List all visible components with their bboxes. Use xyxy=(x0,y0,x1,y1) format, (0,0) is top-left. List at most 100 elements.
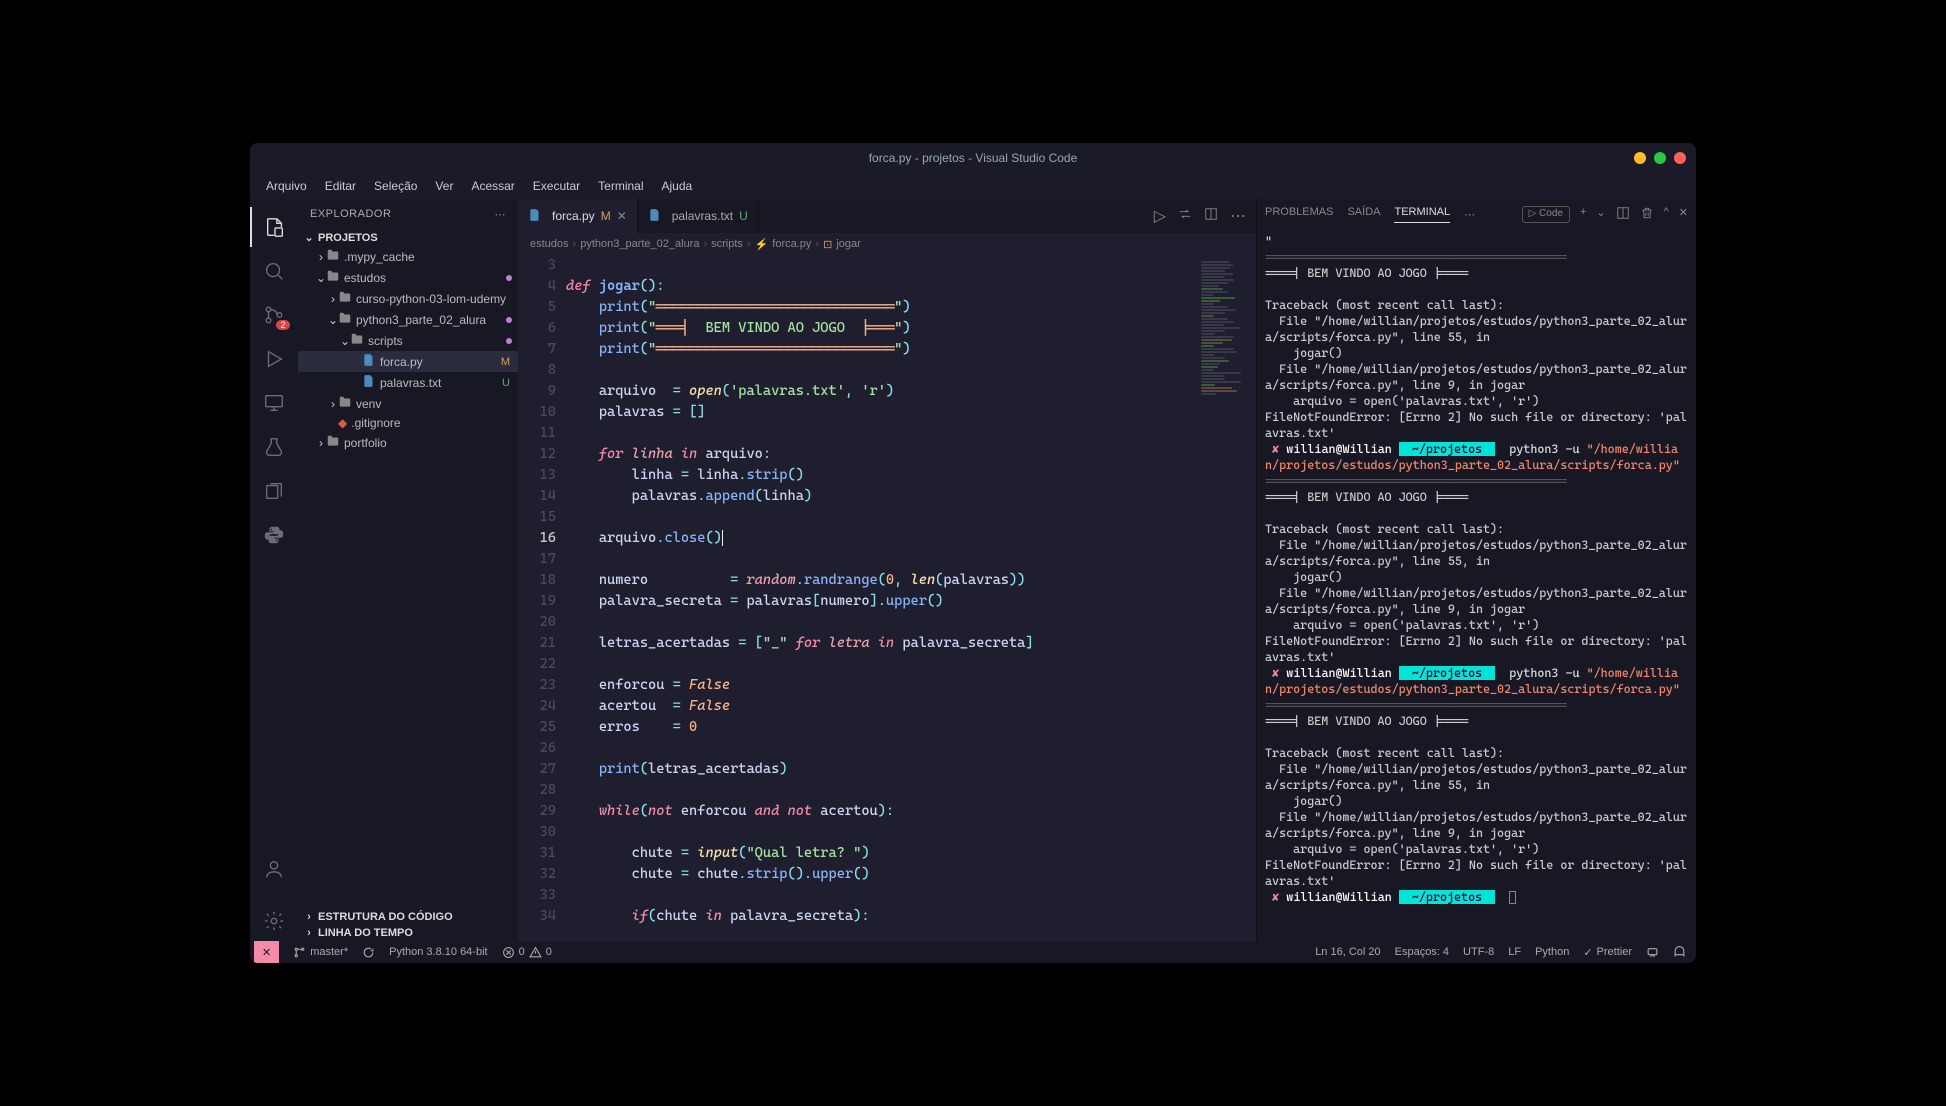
crumb[interactable]: python3_parte_02_alura xyxy=(580,238,699,250)
eol-status[interactable]: LF xyxy=(1508,946,1521,958)
crumb[interactable]: scripts xyxy=(711,238,743,250)
tree-item[interactable]: ›venv xyxy=(298,393,518,414)
sidebar-more-icon[interactable]: ⋯ xyxy=(495,208,507,221)
modified-dot xyxy=(506,317,512,323)
feedback-icon[interactable] xyxy=(1646,946,1659,959)
close-tab-icon[interactable]: ✕ xyxy=(617,209,627,223)
tab-output[interactable]: SAÍDA xyxy=(1347,206,1380,222)
titlebar: forca.py - projetos - Visual Studio Code xyxy=(250,143,1696,173)
run-debug-icon[interactable] xyxy=(250,339,298,379)
crumb[interactable]: forca.py xyxy=(772,238,811,250)
tree-label: .mypy_cache xyxy=(344,250,518,264)
minimap[interactable] xyxy=(1196,255,1256,941)
problems-status[interactable]: 0 0 xyxy=(502,946,552,959)
tree-label: estudos xyxy=(344,271,506,285)
close-panel-icon[interactable]: ✕ xyxy=(1679,206,1688,223)
run-icon[interactable]: ▷ xyxy=(1154,206,1166,226)
sidebar-header: EXPLORADOR ⋯ xyxy=(298,199,518,229)
split-terminal-icon[interactable] xyxy=(1616,206,1630,223)
editor-column: forca.pyM✕palavras.txtU ▷ ⋯ estudos› pyt… xyxy=(518,199,1256,941)
explorer-icon[interactable] xyxy=(250,207,298,247)
tree-item[interactable]: ›curso-python-03-lom-udemy xyxy=(298,288,518,309)
menu-terminal[interactable]: Terminal xyxy=(590,177,651,195)
sync-icon[interactable] xyxy=(362,946,375,959)
python-env-icon[interactable] xyxy=(250,515,298,555)
encoding-status[interactable]: UTF-8 xyxy=(1463,946,1494,958)
tabs-bar: forca.pyM✕palavras.txtU ▷ ⋯ xyxy=(518,199,1256,233)
remote-explorer-icon[interactable] xyxy=(250,383,298,423)
prettier-status[interactable]: ✓ Prettier xyxy=(1583,946,1632,959)
code-area[interactable]: def jogar(): print("════════════════════… xyxy=(566,255,1196,941)
py-icon xyxy=(528,208,542,225)
tree-item[interactable]: ◆.gitignore xyxy=(298,414,518,432)
trash-icon[interactable] xyxy=(1640,206,1654,223)
project-section[interactable]: ⌄ PROJETOS xyxy=(298,229,518,246)
chevron-down-icon[interactable]: ⌄ xyxy=(1596,206,1605,223)
breadcrumbs[interactable]: estudos› python3_parte_02_alura› scripts… xyxy=(518,233,1256,255)
testing-icon[interactable] xyxy=(250,427,298,467)
language-status[interactable]: Python xyxy=(1535,946,1569,958)
editor-body[interactable]: 3456789101112131415161718192021222324252… xyxy=(518,255,1256,941)
tree-label: venv xyxy=(356,397,518,411)
settings-icon[interactable] xyxy=(250,901,298,941)
editor-actions: ▷ ⋯ xyxy=(1144,199,1256,233)
file-tree: ›.mypy_cache⌄estudos›curso-python-03-lom… xyxy=(298,246,518,453)
editor-tab[interactable]: palavras.txtU xyxy=(638,199,759,233)
menu-run[interactable]: Executar xyxy=(525,177,588,195)
tree-item[interactable]: ⌄estudos xyxy=(298,267,518,288)
python-version[interactable]: Python 3.8.10 64-bit xyxy=(389,946,487,958)
tree-item[interactable]: ›.mypy_cache xyxy=(298,246,518,267)
tab-terminal[interactable]: TERMINAL xyxy=(1394,206,1450,223)
source-control-badge: 2 xyxy=(276,320,290,330)
editor-tab[interactable]: forca.pyM✕ xyxy=(518,199,638,233)
menu-selection[interactable]: Seleção xyxy=(366,177,425,195)
menu-help[interactable]: Ajuda xyxy=(654,177,701,195)
minimize-button[interactable] xyxy=(1634,152,1646,164)
tree-label: portfolio xyxy=(344,436,518,450)
notifications-icon[interactable] xyxy=(1673,946,1686,959)
activitybar: 2 xyxy=(250,199,298,941)
tree-item[interactable]: ⌄python3_parte_02_alura xyxy=(298,309,518,330)
maximize-button[interactable] xyxy=(1654,152,1666,164)
references-icon[interactable] xyxy=(250,471,298,511)
terminal-body[interactable]: " ======================================… xyxy=(1257,229,1696,941)
folder-icon xyxy=(326,269,340,286)
more-icon[interactable]: ⋯ xyxy=(1464,208,1475,221)
outline-section[interactable]: › ESTRUTURA DO CÓDIGO xyxy=(298,909,518,925)
timeline-section[interactable]: › LINHA DO TEMPO xyxy=(298,925,518,941)
chevron-icon: › xyxy=(328,292,338,306)
tree-item[interactable]: palavras.txtU xyxy=(298,372,518,393)
git-status: U xyxy=(739,209,748,223)
split-editor-icon[interactable] xyxy=(1204,207,1218,226)
accounts-icon[interactable] xyxy=(250,849,298,889)
menu-go[interactable]: Acessar xyxy=(463,177,522,195)
changes-icon[interactable] xyxy=(1178,207,1192,226)
git-branch[interactable]: master* xyxy=(293,946,348,959)
more-icon[interactable]: ⋯ xyxy=(1230,206,1246,226)
menubar: Arquivo Editar Seleção Ver Acessar Execu… xyxy=(250,173,1696,199)
tree-item[interactable]: ⌄scripts xyxy=(298,330,518,351)
maximize-panel-icon[interactable]: ^ xyxy=(1664,206,1669,223)
tree-item[interactable]: ›portfolio xyxy=(298,432,518,453)
menu-view[interactable]: Ver xyxy=(427,177,461,195)
source-control-icon[interactable]: 2 xyxy=(250,295,298,335)
main-area: 2 EXPL xyxy=(250,199,1696,941)
search-icon[interactable] xyxy=(250,251,298,291)
crumb[interactable]: estudos xyxy=(530,238,569,250)
tab-problems[interactable]: PROBLEMAS xyxy=(1265,206,1333,222)
cursor-position[interactable]: Ln 16, Col 20 xyxy=(1315,946,1380,958)
indent-status[interactable]: Espaços: 4 xyxy=(1395,946,1449,958)
tree-item[interactable]: forca.pyM xyxy=(298,351,518,372)
new-terminal-icon[interactable]: + xyxy=(1580,206,1586,223)
menu-file[interactable]: Arquivo xyxy=(258,177,315,195)
menu-edit[interactable]: Editar xyxy=(317,177,364,195)
crumb[interactable]: jogar xyxy=(836,238,860,250)
txt-icon xyxy=(362,374,376,391)
close-window-button[interactable] xyxy=(1674,152,1686,164)
folder-icon xyxy=(338,290,352,307)
timeline-label: LINHA DO TEMPO xyxy=(318,927,413,939)
git-status: U xyxy=(502,377,510,389)
sidebar-title: EXPLORADOR xyxy=(310,208,391,220)
remote-indicator[interactable]: ✕ xyxy=(254,941,279,963)
shell-label[interactable]: ▷ Code xyxy=(1522,206,1570,223)
